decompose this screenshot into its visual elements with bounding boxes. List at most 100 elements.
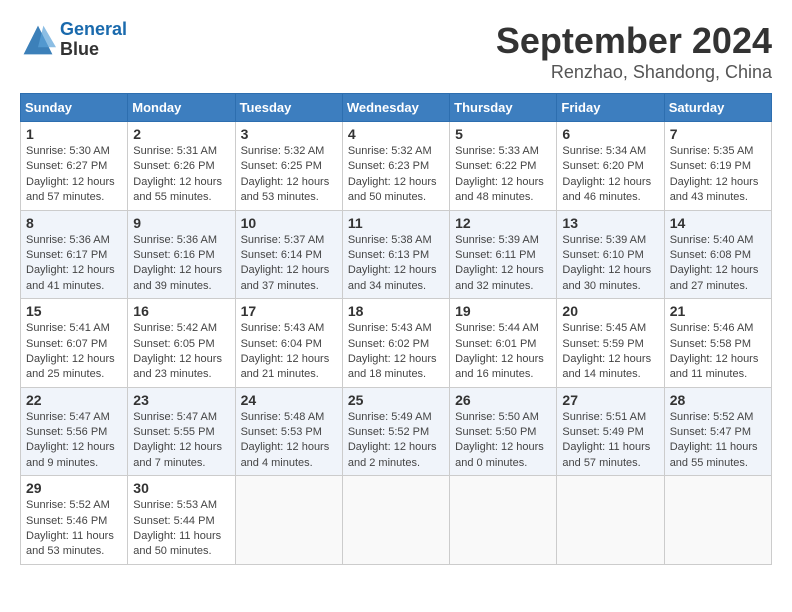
calendar-cell: 12Sunrise: 5:39 AM Sunset: 6:11 PM Dayli… <box>450 210 557 299</box>
day-info: Sunrise: 5:50 AM Sunset: 5:50 PM Dayligh… <box>455 410 551 472</box>
calendar-cell: 22Sunrise: 5:47 AM Sunset: 5:56 PM Dayli… <box>21 387 128 476</box>
calendar-cell: 6 Sunrise: 5:34 AM Sunset: 6:20 PM Daylig… <box>557 122 664 211</box>
header-tuesday: Tuesday <box>235 94 342 122</box>
day-info: Sunrise: 5:52 AM Sunset: 5:46 PM Dayligh… <box>26 498 122 560</box>
week-row-2: 8Sunrise: 5:36 AM Sunset: 6:17 PM Daylig… <box>21 210 772 299</box>
title-block: September 2024 Renzhao, Shandong, China <box>496 20 772 83</box>
calendar-cell: 5 Sunrise: 5:33 AM Sunset: 6:22 PM Daylig… <box>450 122 557 211</box>
calendar-cell: 2 Sunrise: 5:31 AM Sunset: 6:26 PM Daylig… <box>128 122 235 211</box>
day-info: Sunrise: 5:53 AM Sunset: 5:44 PM Dayligh… <box>133 498 229 560</box>
calendar-cell: 30 Sunrise: 5:53 AM Sunset: 5:44 PM Dayli… <box>128 476 235 565</box>
calendar-cell: 13Sunrise: 5:39 AM Sunset: 6:10 PM Dayli… <box>557 210 664 299</box>
day-info: Sunrise: 5:32 AM Sunset: 6:25 PM Dayligh… <box>241 144 337 206</box>
calendar-cell: 21Sunrise: 5:46 AM Sunset: 5:58 PM Dayli… <box>664 299 771 388</box>
day-info: Sunrise: 5:37 AM Sunset: 6:14 PM Dayligh… <box>241 233 337 295</box>
day-number: 14 <box>670 215 766 231</box>
day-info: Sunrise: 5:45 AM Sunset: 5:59 PM Dayligh… <box>562 321 658 383</box>
day-number: 10 <box>241 215 337 231</box>
day-number: 22 <box>26 392 122 408</box>
day-number: 2 <box>133 126 229 142</box>
day-number: 6 <box>562 126 658 142</box>
calendar-cell <box>450 476 557 565</box>
calendar-cell <box>342 476 449 565</box>
calendar-cell: 4Sunrise: 5:32 AM Sunset: 6:23 PM Daylig… <box>342 122 449 211</box>
day-info: Sunrise: 5:51 AM Sunset: 5:49 PM Dayligh… <box>562 410 658 472</box>
calendar-cell: 16 Sunrise: 5:42 AM Sunset: 6:05 PM Dayli… <box>128 299 235 388</box>
day-number: 15 <box>26 303 122 319</box>
calendar-cell: 28Sunrise: 5:52 AM Sunset: 5:47 PM Dayli… <box>664 387 771 476</box>
week-row-5: 29 Sunrise: 5:52 AM Sunset: 5:46 PM Dayli… <box>21 476 772 565</box>
calendar-cell: 7 Sunrise: 5:35 AM Sunset: 6:19 PM Daylig… <box>664 122 771 211</box>
day-number: 13 <box>562 215 658 231</box>
day-number: 9 <box>133 215 229 231</box>
location-title: Renzhao, Shandong, China <box>496 62 772 83</box>
day-info: Sunrise: 5:48 AM Sunset: 5:53 PM Dayligh… <box>241 410 337 472</box>
calendar-cell <box>557 476 664 565</box>
day-number: 16 <box>133 303 229 319</box>
day-number: 11 <box>348 215 444 231</box>
logo-text: General Blue <box>60 20 127 60</box>
day-info: Sunrise: 5:52 AM Sunset: 5:47 PM Dayligh… <box>670 410 766 472</box>
day-number: 1 <box>26 126 122 142</box>
day-info: Sunrise: 5:42 AM Sunset: 6:05 PM Dayligh… <box>133 321 229 383</box>
day-number: 24 <box>241 392 337 408</box>
day-number: 23 <box>133 392 229 408</box>
day-info: Sunrise: 5:43 AM Sunset: 6:02 PM Dayligh… <box>348 321 444 383</box>
calendar-cell: 23 Sunrise: 5:47 AM Sunset: 5:55 PM Dayli… <box>128 387 235 476</box>
day-number: 8 <box>26 215 122 231</box>
calendar-cell: 3 Sunrise: 5:32 AM Sunset: 6:25 PM Daylig… <box>235 122 342 211</box>
day-number: 25 <box>348 392 444 408</box>
header-monday: Monday <box>128 94 235 122</box>
day-info: Sunrise: 5:33 AM Sunset: 6:22 PM Dayligh… <box>455 144 551 206</box>
header-sunday: Sunday <box>21 94 128 122</box>
calendar-cell: 14 Sunrise: 5:40 AM Sunset: 6:08 PM Dayli… <box>664 210 771 299</box>
day-info: Sunrise: 5:35 AM Sunset: 6:19 PM Dayligh… <box>670 144 766 206</box>
logo: General Blue <box>20 20 127 60</box>
calendar-cell: 17Sunrise: 5:43 AM Sunset: 6:04 PM Dayli… <box>235 299 342 388</box>
calendar-cell: 24 Sunrise: 5:48 AM Sunset: 5:53 PM Dayli… <box>235 387 342 476</box>
day-info: Sunrise: 5:44 AM Sunset: 6:01 PM Dayligh… <box>455 321 551 383</box>
calendar-cell: 1 Sunrise: 5:30 AM Sunset: 6:27 PM Daylig… <box>21 122 128 211</box>
day-info: Sunrise: 5:31 AM Sunset: 6:26 PM Dayligh… <box>133 144 229 206</box>
day-number: 29 <box>26 480 122 496</box>
calendar-table: SundayMondayTuesdayWednesdayThursdayFrid… <box>20 93 772 565</box>
calendar-cell: 9Sunrise: 5:36 AM Sunset: 6:16 PM Daylig… <box>128 210 235 299</box>
day-info: Sunrise: 5:39 AM Sunset: 6:11 PM Dayligh… <box>455 233 551 295</box>
calendar-cell: 18 Sunrise: 5:43 AM Sunset: 6:02 PM Dayli… <box>342 299 449 388</box>
day-info: Sunrise: 5:38 AM Sunset: 6:13 PM Dayligh… <box>348 233 444 295</box>
day-number: 20 <box>562 303 658 319</box>
day-info: Sunrise: 5:34 AM Sunset: 6:20 PM Dayligh… <box>562 144 658 206</box>
day-number: 30 <box>133 480 229 496</box>
week-row-3: 15 Sunrise: 5:41 AM Sunset: 6:07 PM Dayli… <box>21 299 772 388</box>
header-friday: Friday <box>557 94 664 122</box>
header-row: SundayMondayTuesdayWednesdayThursdayFrid… <box>21 94 772 122</box>
day-number: 3 <box>241 126 337 142</box>
page-header: General Blue September 2024 Renzhao, Sha… <box>20 20 772 83</box>
header-thursday: Thursday <box>450 94 557 122</box>
header-wednesday: Wednesday <box>342 94 449 122</box>
calendar-cell: 27 Sunrise: 5:51 AM Sunset: 5:49 PM Dayli… <box>557 387 664 476</box>
day-info: Sunrise: 5:30 AM Sunset: 6:27 PM Dayligh… <box>26 144 122 206</box>
day-number: 19 <box>455 303 551 319</box>
day-info: Sunrise: 5:41 AM Sunset: 6:07 PM Dayligh… <box>26 321 122 383</box>
calendar-cell: 25Sunrise: 5:49 AM Sunset: 5:52 PM Dayli… <box>342 387 449 476</box>
calendar-cell: 10 Sunrise: 5:37 AM Sunset: 6:14 PM Dayli… <box>235 210 342 299</box>
header-saturday: Saturday <box>664 94 771 122</box>
month-title: September 2024 <box>496 20 772 62</box>
day-info: Sunrise: 5:40 AM Sunset: 6:08 PM Dayligh… <box>670 233 766 295</box>
logo-icon <box>20 22 56 58</box>
day-number: 27 <box>562 392 658 408</box>
day-number: 5 <box>455 126 551 142</box>
day-info: Sunrise: 5:47 AM Sunset: 5:55 PM Dayligh… <box>133 410 229 472</box>
calendar-cell: 8Sunrise: 5:36 AM Sunset: 6:17 PM Daylig… <box>21 210 128 299</box>
calendar-cell: 26 Sunrise: 5:50 AM Sunset: 5:50 PM Dayli… <box>450 387 557 476</box>
calendar-cell <box>664 476 771 565</box>
day-number: 21 <box>670 303 766 319</box>
day-number: 18 <box>348 303 444 319</box>
day-number: 7 <box>670 126 766 142</box>
day-number: 26 <box>455 392 551 408</box>
day-info: Sunrise: 5:32 AM Sunset: 6:23 PM Dayligh… <box>348 144 444 206</box>
calendar-cell: 11 Sunrise: 5:38 AM Sunset: 6:13 PM Dayli… <box>342 210 449 299</box>
day-number: 17 <box>241 303 337 319</box>
week-row-1: 1 Sunrise: 5:30 AM Sunset: 6:27 PM Daylig… <box>21 122 772 211</box>
